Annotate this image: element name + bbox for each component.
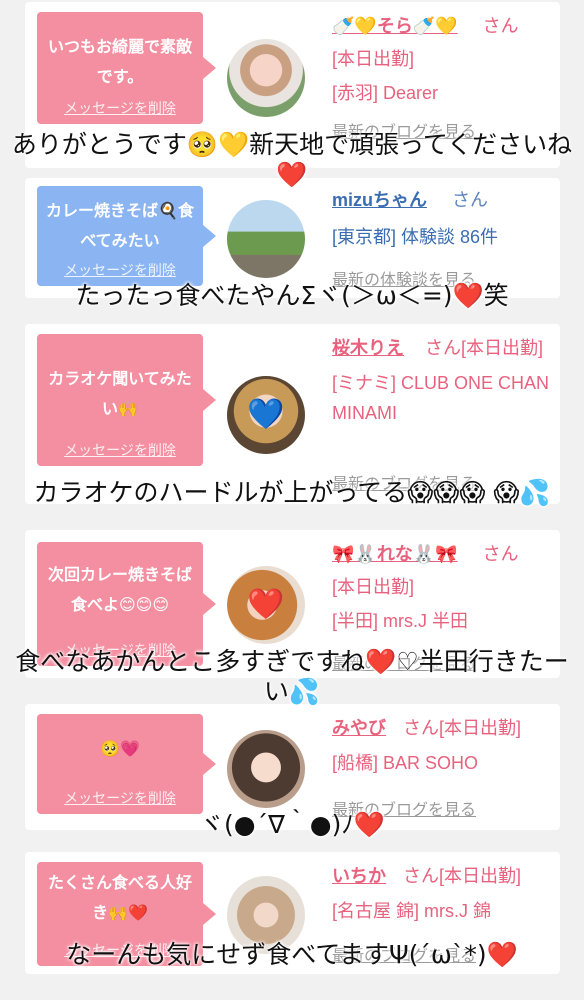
cast-name-link[interactable]: みやび: [332, 718, 386, 738]
delete-message-link[interactable]: メッセージを削除: [37, 260, 203, 280]
honorific-status: さん[本日出勤]: [403, 718, 522, 738]
avatar[interactable]: [227, 200, 305, 278]
reply-caption-4: 食べなあかんとこ多すぎですね❤️♡半田行きたーい💦: [15, 647, 569, 706]
honorific-status: さん[本日出勤]: [403, 866, 522, 886]
message-text: カラオケ聞いてみたい🙌: [48, 369, 192, 418]
review-info: [東京都] 体験談 86件: [332, 227, 499, 247]
honorific: さん: [482, 544, 519, 564]
reply-caption-1: ありがとうです🥺💛新天地で頑張ってくださいね❤️: [11, 130, 573, 189]
heart-sticker-icon: 💙: [247, 397, 285, 432]
reply-caption-2: たったっ食べたやんΣヾ(＞ω＜=)❤️笑: [75, 281, 509, 310]
honorific-status: さん[本日出勤]: [425, 338, 544, 358]
shop-info: [赤羽] Dearer: [332, 83, 439, 103]
name-line: 桜木りえ さん[本日出勤]: [332, 334, 550, 362]
heart-sticker-icon: ❤️: [247, 587, 285, 622]
shop-info: [半田] mrs.J 半田: [332, 611, 468, 631]
message-text: いつもお綺麗で素敵です。: [47, 37, 192, 86]
cast-name-link[interactable]: 🎀🐰れな🐰🎀: [332, 544, 458, 564]
reviewer-name-link[interactable]: mizuちゃん: [332, 190, 427, 210]
honorific: さん: [482, 16, 519, 36]
avatar[interactable]: [227, 730, 305, 808]
work-status: [本日出勤]: [332, 49, 415, 69]
name-line: いちか さん[本日出勤]: [332, 862, 550, 890]
delete-message-link[interactable]: メッセージを削除: [37, 788, 203, 808]
honorific: さん: [452, 190, 489, 210]
name-line: mizuちゃん さん: [332, 186, 550, 214]
message-bubble: 🥺💗 メッセージを削除: [37, 714, 216, 814]
name-line: みやび さん[本日出勤]: [332, 714, 550, 742]
work-status: [本日出勤]: [332, 577, 415, 597]
shop-info: [船橋] BAR SOHO: [332, 753, 479, 773]
message-card-3: カラオケ聞いてみたい🙌 メッセージを削除 💙 桜木りえ さん[本日出勤] [ミナ…: [25, 324, 560, 504]
name-line: 🍼💛そら🍼💛 さん: [332, 12, 550, 40]
avatar[interactable]: 💙: [227, 376, 305, 454]
message-bubble: いつもお綺麗で素敵です。 メッセージを削除: [37, 12, 216, 124]
delete-message-link[interactable]: メッセージを削除: [37, 440, 203, 460]
message-bubble: カレー焼きそば🍳食べてみたい メッセージを削除: [37, 186, 216, 286]
cast-name-link[interactable]: 桜木りえ: [332, 338, 404, 358]
avatar[interactable]: [227, 39, 305, 117]
reply-caption-5: ヾ(●´∇｀●)ﾉ❤️: [199, 810, 385, 839]
reply-caption-3: カラオケのハードルが上がってる😱😱😱 😱💦: [33, 478, 551, 507]
delete-message-link[interactable]: メッセージを削除: [37, 98, 203, 118]
message-text: 次回カレー焼きそば食べよ😊😊😊: [47, 565, 192, 614]
cast-name-link[interactable]: 🍼💛そら🍼💛: [332, 16, 458, 36]
shop-info: [ミナミ] CLUB ONE CHAN MINAMI: [332, 373, 550, 423]
reply-caption-6: なーんも気にせず食べてますΨ(´ω`*)❤️: [66, 940, 518, 969]
message-text: カレー焼きそば🍳食べてみたい: [46, 201, 194, 250]
message-card-2: カレー焼きそば🍳食べてみたい メッセージを削除 mizuちゃん さん [東京都]…: [25, 178, 560, 298]
message-bubble: カラオケ聞いてみたい🙌 メッセージを削除: [37, 334, 216, 466]
message-text: 🥺💗: [100, 739, 140, 758]
avatar[interactable]: ❤️: [227, 566, 305, 644]
name-line: 🎀🐰れな🐰🎀 さん: [332, 540, 550, 568]
message-text: たくさん食べる人好き🙌❤️: [47, 873, 192, 922]
cast-name-link[interactable]: いちか: [332, 866, 386, 886]
shop-info: [名古屋 錦] mrs.J 錦: [332, 901, 491, 921]
